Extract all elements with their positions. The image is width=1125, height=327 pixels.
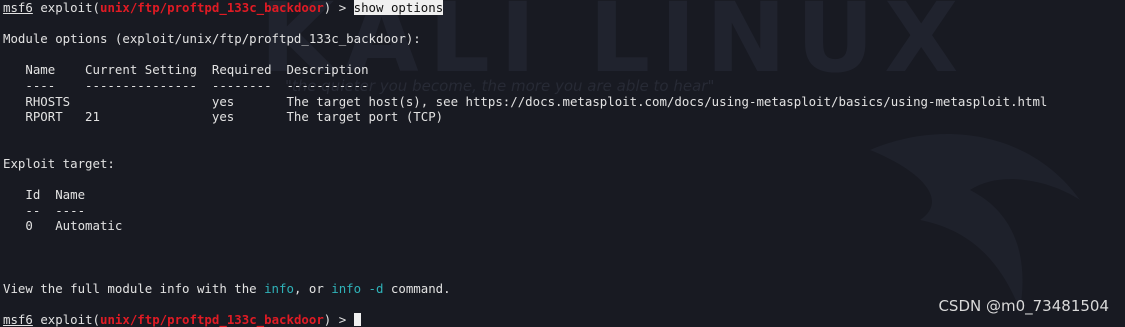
options-table-separator: ---- --------------- -------- ----------… xyxy=(3,77,369,93)
open-paren-2: ( xyxy=(92,311,100,327)
target-table-separator: -- ---- xyxy=(3,202,86,218)
msf-prompt: msf6 xyxy=(3,0,33,15)
target-row-automatic: 0 Automatic xyxy=(3,218,123,234)
target-table-header: Id Name xyxy=(3,187,86,203)
module-name-2: unix/ftp/proftpd_133c_backdoor xyxy=(100,311,324,327)
open-paren: ( xyxy=(92,0,100,15)
module-options-header: Module options (exploit/unix/ftp/proftpd… xyxy=(3,31,421,47)
module-name: unix/ftp/proftpd_133c_backdoor xyxy=(100,0,324,15)
info-command: info xyxy=(264,280,294,296)
exploit-target-header: Exploit target: xyxy=(3,155,115,171)
info-middle: , or xyxy=(293,280,332,296)
command-line: msf6 exploit(unix/ftp/proftpd_133c_backd… xyxy=(3,0,1125,16)
prompt-arrow-2: ) > xyxy=(323,311,354,327)
option-row-rport: RPORT 21 yes The target port (TCP) xyxy=(3,109,444,125)
info-suffix: command. xyxy=(383,280,451,296)
info-prefix: View the full module info with the xyxy=(3,280,265,296)
msf-prompt-2: msf6 xyxy=(3,311,33,327)
prompt-arrow: ) > xyxy=(323,0,354,15)
exploit-word: exploit xyxy=(40,0,93,15)
entered-command: show options xyxy=(353,0,444,15)
info-d-command: info -d xyxy=(331,280,384,296)
options-table-header: Name Current Setting Required Descriptio… xyxy=(3,62,369,78)
terminal-output: msf6 exploit(unix/ftp/proftpd_133c_backd… xyxy=(3,0,1125,327)
info-line: View the full module info with the info,… xyxy=(3,281,1125,297)
option-row-rhosts: RHOSTS yes The target host(s), see https… xyxy=(3,93,1048,109)
csdn-watermark: CSDN @m0_73481504 xyxy=(938,297,1109,315)
exploit-word-2: exploit xyxy=(40,311,93,327)
